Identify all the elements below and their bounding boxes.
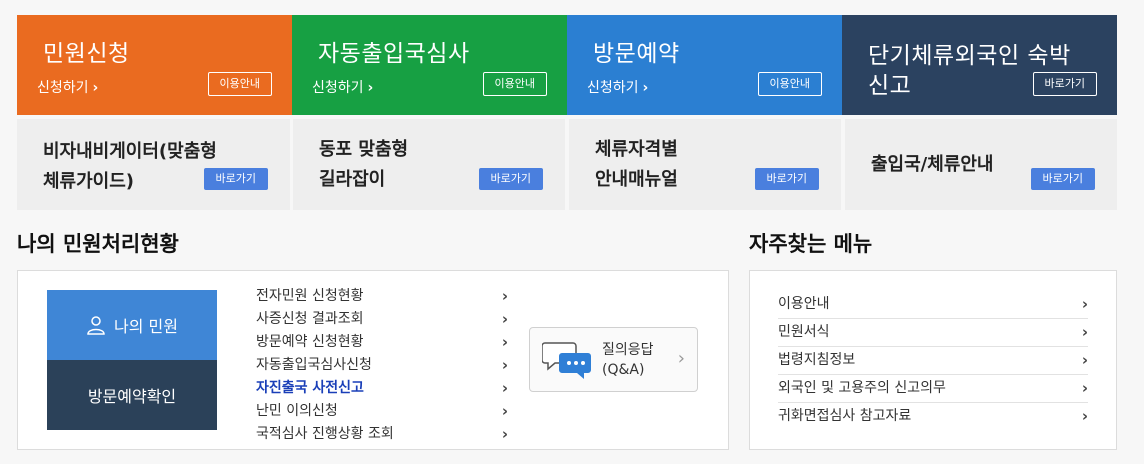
usage-guide-button[interactable]: 이용안내 (482, 72, 547, 96)
faq-item-label: 민원서식 (778, 324, 830, 340)
chat-bubbles-icon (542, 342, 591, 379)
tile-text: 체류자격별 안내매뉴얼 (595, 135, 678, 195)
tile-text-line2: 체류가이드) (43, 171, 135, 192)
apply-link-label: 신청하기 (37, 80, 89, 96)
apply-link[interactable]: 신청하기 › (312, 77, 373, 97)
chevron-right-icon: › (501, 333, 508, 351)
status-link-electronic[interactable]: 전자민원 신청현황 › (256, 285, 508, 308)
status-link-visa[interactable]: 사증신청 결과조회 › (256, 308, 508, 331)
chevron-right-icon: › (677, 348, 685, 369)
tile-title-line1: 단기체류외국인 숙박 (868, 43, 1071, 69)
qa-label-line1: 질의응답 (602, 342, 654, 358)
chevron-right-icon: › (1081, 351, 1088, 369)
status-link-auto-immigration[interactable]: 자동출입국심사신청 › (256, 354, 508, 377)
usage-guide-button[interactable]: 이용안내 (207, 72, 272, 96)
status-link-label: 자진출국 사전신고 (256, 380, 364, 396)
chevron-right-icon: › (501, 356, 508, 374)
faq-item-naturalization[interactable]: 귀화면접심사 참고자료 › (778, 402, 1088, 430)
tile-title: 자동출입국심사 (318, 41, 470, 67)
tile-short-stay-report[interactable]: 단기체류외국인 숙박 신고 바로가기 (842, 15, 1117, 115)
faq-item-label: 법령지침정보 (778, 352, 856, 368)
faq-item-laws[interactable]: 법령지침정보 › (778, 346, 1088, 375)
tile-text-line2: 안내매뉴얼 (595, 169, 678, 190)
faq-item-label: 외국인 및 고용주의 신고의무 (778, 380, 946, 396)
faq-item-label: 귀화면접심사 참고자료 (778, 408, 912, 424)
chevron-right-icon: › (501, 287, 508, 305)
tile-civil-application[interactable]: 민원신청 신청하기 › 이용안내 (17, 15, 292, 115)
tile-visit-reservation[interactable]: 방문예약 신청하기 › 이용안내 (567, 15, 842, 115)
visit-check-button[interactable]: 방문예약확인 (47, 360, 217, 430)
chevron-right-icon: › (501, 425, 508, 443)
status-link-refugee-appeal[interactable]: 난민 이의신청 › (256, 400, 508, 423)
tile-text-line2: 길라잡이 (319, 169, 386, 190)
chevron-right-icon: › (92, 80, 99, 96)
faq-menu-title: 자주찾는 메뉴 (749, 232, 873, 256)
faq-item-report-duty[interactable]: 외국인 및 고용주의 신고의무 › (778, 374, 1088, 403)
tile-immigration-guide[interactable]: 출입국/체류안내 바로가기 (845, 119, 1117, 210)
chevron-right-icon: › (501, 310, 508, 328)
my-civil-box: 나의 민원 방문예약확인 (47, 290, 217, 430)
chevron-right-icon: › (367, 80, 374, 96)
tile-text-line1: 체류자격별 (595, 139, 678, 160)
chevron-right-icon: › (1081, 295, 1088, 313)
faq-item-forms[interactable]: 민원서식 › (778, 318, 1088, 347)
chevron-right-icon: › (501, 402, 508, 420)
tile-auto-immigration[interactable]: 자동출입국심사 신청하기 › 이용안내 (292, 15, 567, 115)
status-link-label: 사증신청 결과조회 (256, 311, 364, 327)
status-link-label: 전자민원 신청현황 (256, 288, 364, 304)
tile-text: 동포 맞춤형 길라잡이 (319, 135, 408, 195)
qa-label-line2: (Q&A) (602, 362, 645, 378)
chevron-right-icon: › (1081, 379, 1088, 397)
shortcut-button[interactable]: 바로가기 (1030, 168, 1095, 190)
chevron-right-icon: › (1081, 323, 1088, 341)
status-link-nationality[interactable]: 국적심사 진행상황 조회 › (256, 423, 508, 446)
chevron-right-icon: › (642, 80, 649, 96)
chevron-right-icon: › (1081, 407, 1088, 425)
qa-button[interactable]: 질의응답 (Q&A) › (529, 327, 698, 392)
my-civil-button[interactable]: 나의 민원 (47, 290, 217, 360)
qa-label: 질의응답 (Q&A) (602, 340, 654, 380)
status-link-label: 국적심사 진행상황 조회 (256, 426, 394, 442)
usage-guide-button[interactable]: 이용안내 (757, 72, 822, 96)
shortcut-button[interactable]: 바로가기 (1032, 72, 1097, 96)
my-civil-label: 나의 민원 (114, 317, 178, 336)
apply-link[interactable]: 신청하기 › (587, 77, 648, 97)
status-link-label: 난민 이의신청 (256, 403, 338, 419)
chevron-right-icon: › (501, 379, 508, 397)
my-status-title: 나의 민원처리현황 (17, 232, 179, 256)
tile-text: 출입국/체류안내 (871, 154, 994, 175)
status-link-label: 자동출입국심사신청 (256, 357, 372, 373)
tile-text: 비자내비게이터(맞춤형 체류가이드) (43, 137, 217, 197)
shortcut-button[interactable]: 바로가기 (203, 168, 268, 190)
apply-link[interactable]: 신청하기 › (37, 77, 98, 97)
tile-visa-navigator[interactable]: 비자내비게이터(맞춤형 체류가이드) 바로가기 (17, 119, 290, 210)
apply-link-label: 신청하기 (312, 80, 364, 96)
user-icon (87, 316, 105, 335)
shortcut-button[interactable]: 바로가기 (478, 168, 543, 190)
status-link-visit[interactable]: 방문예약 신청현황 › (256, 331, 508, 354)
tile-text-line1: 비자내비게이터(맞춤형 (43, 141, 217, 162)
apply-link-label: 신청하기 (587, 80, 639, 96)
status-link-voluntary-departure[interactable]: 자진출국 사전신고 › (256, 377, 508, 400)
tile-status-manual[interactable]: 체류자격별 안내매뉴얼 바로가기 (569, 119, 841, 210)
faq-item-usage-guide[interactable]: 이용안내 › (778, 290, 1088, 319)
tile-overseas-korean-guide[interactable]: 동포 맞춤형 길라잡이 바로가기 (293, 119, 565, 210)
faq-item-label: 이용안내 (778, 296, 830, 312)
tile-title: 민원신청 (43, 41, 130, 67)
shortcut-button[interactable]: 바로가기 (754, 168, 819, 190)
tile-text-line1: 동포 맞춤형 (319, 139, 409, 160)
tile-title: 방문예약 (593, 41, 680, 67)
status-link-label: 방문예약 신청현황 (256, 334, 364, 350)
